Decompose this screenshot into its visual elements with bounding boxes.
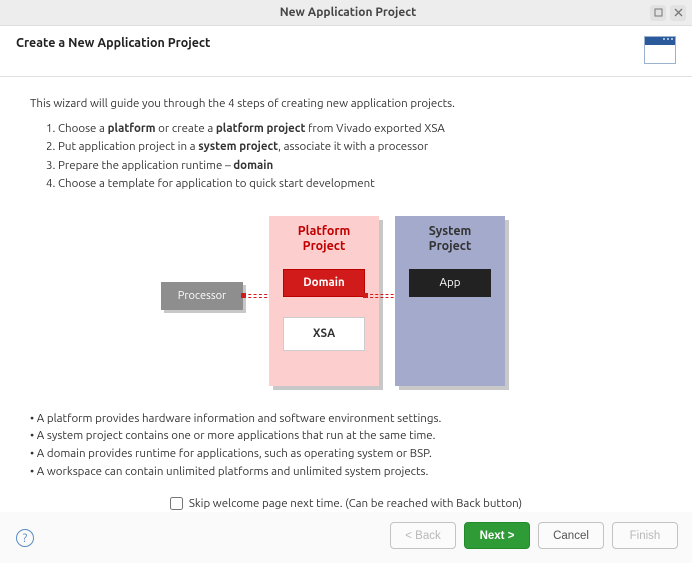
bullet-system: • A system project contains one or more … bbox=[30, 427, 662, 445]
wizard-content: This wizard will guide you through the 4… bbox=[0, 77, 692, 528]
system-project-label: System Project bbox=[395, 216, 505, 261]
xsa-box: XSA bbox=[283, 317, 365, 351]
help-icon[interactable]: ? bbox=[16, 529, 34, 547]
app-box: App bbox=[409, 269, 491, 297]
step-4: Choose a template for application to qui… bbox=[58, 175, 662, 193]
next-button[interactable]: Next > bbox=[464, 522, 530, 549]
page-title: Create a New Application Project bbox=[16, 36, 210, 50]
finish-button: Finish bbox=[612, 522, 678, 549]
wizard-footer: ? < Back Next > Cancel Finish bbox=[0, 512, 692, 563]
skip-welcome-label[interactable]: Skip welcome page next time. (Can be rea… bbox=[189, 497, 522, 510]
platform-project-box: Platform Project Domain XSA bbox=[269, 216, 379, 386]
steps-list: Choose a platform or create a platform p… bbox=[30, 120, 662, 194]
platform-project-label: Platform Project bbox=[269, 216, 379, 261]
architecture-diagram: Processor Platform Project Domain XSA Sy… bbox=[161, 210, 531, 390]
processor-box: Processor bbox=[161, 282, 243, 310]
bullet-platform: • A platform provides hardware informati… bbox=[30, 410, 662, 428]
step-1: Choose a platform or create a platform p… bbox=[58, 120, 662, 138]
bullet-workspace: • A workspace can contain unlimited plat… bbox=[30, 463, 662, 481]
system-project-box: System Project App bbox=[395, 216, 505, 386]
bullet-domain: • A domain provides runtime for applicat… bbox=[30, 445, 662, 463]
cancel-button[interactable]: Cancel bbox=[538, 522, 604, 549]
minimize-icon[interactable] bbox=[650, 5, 666, 21]
domain-box: Domain bbox=[283, 269, 365, 297]
wizard-icon bbox=[644, 36, 676, 64]
info-bullets: • A platform provides hardware informati… bbox=[30, 410, 662, 481]
back-button: < Back bbox=[390, 522, 456, 549]
skip-welcome-row: Skip welcome page next time. (Can be rea… bbox=[30, 497, 662, 510]
wizard-header: Create a New Application Project bbox=[0, 26, 692, 77]
step-3: Prepare the application runtime – domain bbox=[58, 157, 662, 175]
step-2: Put application project in a system proj… bbox=[58, 138, 662, 156]
titlebar: New Application Project bbox=[0, 0, 692, 26]
connector-end bbox=[363, 293, 368, 298]
window-title: New Application Project bbox=[46, 6, 650, 19]
intro-text: This wizard will guide you through the 4… bbox=[30, 97, 662, 110]
skip-welcome-checkbox[interactable] bbox=[170, 497, 183, 510]
close-icon[interactable] bbox=[670, 5, 686, 21]
connector-end bbox=[241, 293, 246, 298]
